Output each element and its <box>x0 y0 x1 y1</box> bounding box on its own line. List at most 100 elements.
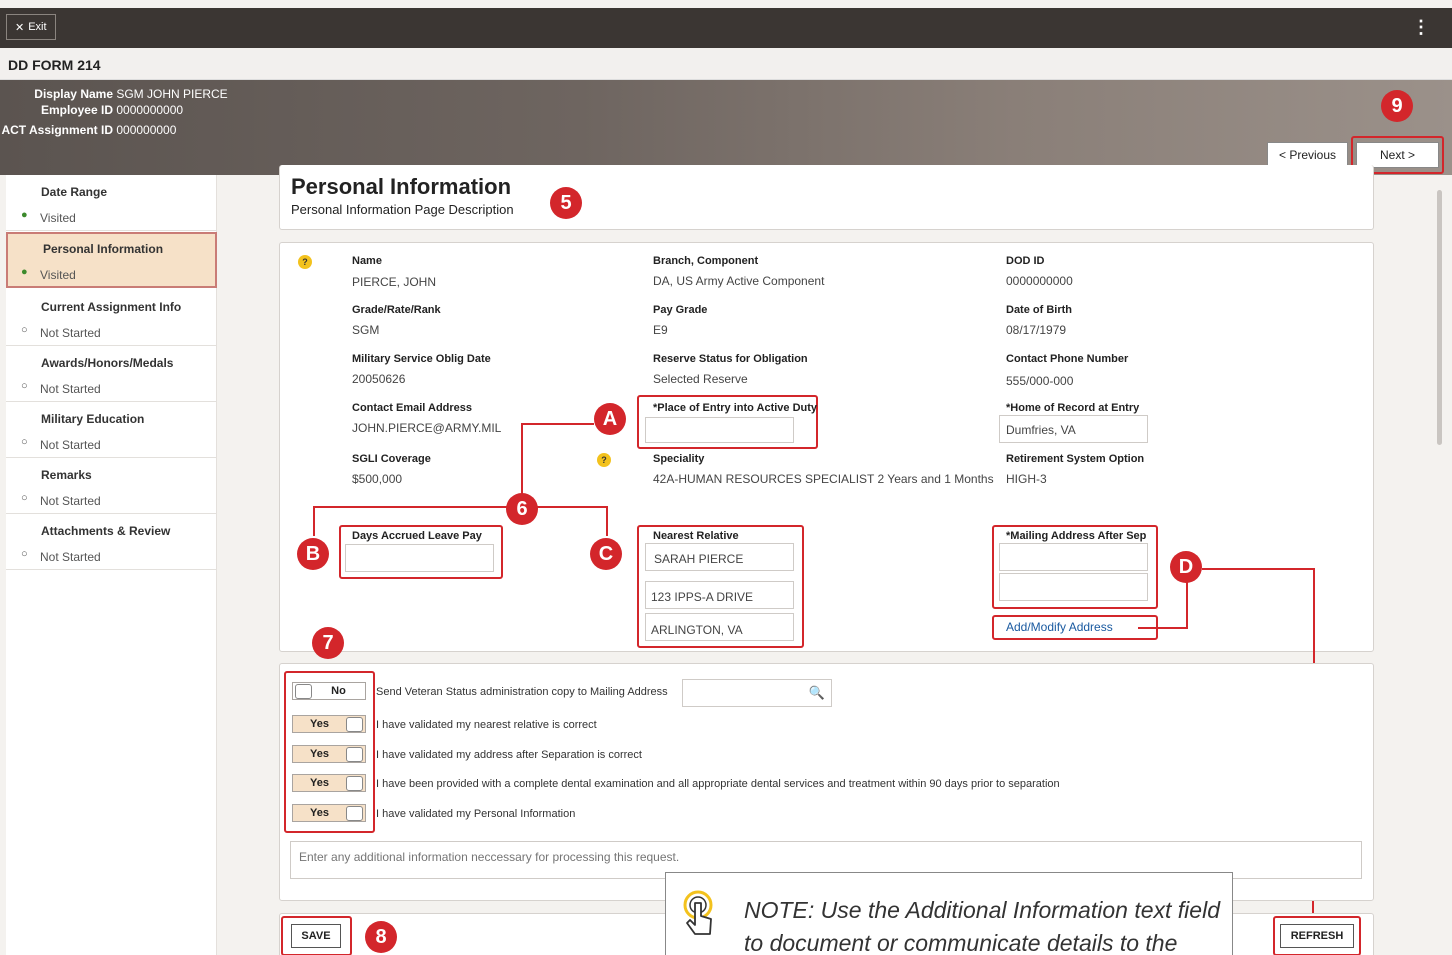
branch-value: DA, US Army Active Component <box>653 274 825 288</box>
sidebar-item-label: Attachments & Review <box>41 524 171 538</box>
home-record-label: *Home of Record at Entry <box>1006 402 1140 414</box>
leave-input[interactable] <box>345 544 494 572</box>
sidebar: Date Range ● Visited Personal Informatio… <box>6 175 217 955</box>
relative-label: Nearest Relative <box>653 530 739 542</box>
paygrade-label: Pay Grade <box>653 304 708 316</box>
address-validated-text: I have validated my address after Separa… <box>376 749 642 761</box>
act-assignment-label: ACT Assignment ID <box>1 123 113 137</box>
scrollbar-thumb[interactable] <box>1437 190 1442 445</box>
employee-id-value: 0000000000 <box>116 103 184 117</box>
refresh-button[interactable]: REFRESH <box>1280 924 1354 948</box>
name-value: PIERCE, JOHN <box>352 275 437 289</box>
tap-hand-icon <box>680 889 716 939</box>
home-record-input[interactable]: Dumfries, VA <box>999 415 1148 443</box>
address-validated-toggle[interactable]: Yes <box>292 745 366 763</box>
grade-label: Grade/Rate/Rank <box>352 304 441 316</box>
retirement-label: Retirement System Option <box>1006 453 1145 465</box>
exit-label: Exit <box>28 21 47 33</box>
toggle-knob <box>346 716 363 732</box>
status-circle-icon: ○ <box>21 436 28 448</box>
connector-line <box>1202 568 1315 570</box>
personal-info-panel: ? Name PIERCE, JOHN Branch, Component DA… <box>279 242 1374 898</box>
sidebar-item-awards[interactable]: Awards/Honors/Medals ○ Not Started <box>6 346 217 402</box>
note-text-line2: to document or communicate details to th… <box>744 930 1178 955</box>
sidebar-item-military-education[interactable]: Military Education ○ Not Started <box>6 402 217 458</box>
home-record-value: Dumfries, VA <box>1006 423 1076 437</box>
relative-city-input[interactable]: ARLINGTON, VA <box>645 613 794 641</box>
callout-d: D <box>1170 551 1202 583</box>
display-name-value: SGM JOHN PIERCE <box>116 87 228 101</box>
connector-line <box>606 506 608 536</box>
connector-line <box>1186 581 1188 629</box>
more-options-icon[interactable]: ⋮ <box>1412 17 1430 38</box>
callout-a: A <box>594 403 626 435</box>
top-bar: ✕ Exit ⋮ <box>0 8 1452 48</box>
paygrade-value: E9 <box>653 323 668 337</box>
callout-7: 7 <box>312 627 344 659</box>
help-icon[interactable]: ? <box>298 255 312 269</box>
page-header: Personal Information Personal Informatio… <box>279 165 1374 230</box>
toggle-knob <box>346 746 363 762</box>
sidebar-item-status: Not Started <box>40 550 101 564</box>
sidebar-item-status: Not Started <box>40 326 101 340</box>
sidebar-item-attachments-review[interactable]: Attachments & Review ○ Not Started <box>6 514 217 570</box>
sidebar-item-label: Awards/Honors/Medals <box>41 356 174 370</box>
entry-input[interactable] <box>645 417 794 443</box>
title-bar: DD FORM 214 <box>0 48 1452 80</box>
relative-name-value: SARAH PIERCE <box>654 552 744 566</box>
sidebar-item-remarks[interactable]: Remarks ○ Not Started <box>6 458 217 514</box>
callout-6: 6 <box>506 493 538 525</box>
search-icon: 🔍 <box>808 685 825 700</box>
phone-label: Contact Phone Number <box>1006 353 1129 365</box>
branch-label: Branch, Component <box>653 255 759 267</box>
mailing-line1-input[interactable] <box>999 543 1148 571</box>
sidebar-item-personal-information[interactable]: Personal Information ● Visited <box>6 232 217 288</box>
help-icon[interactable]: ? <box>597 453 611 467</box>
personal-info-validated-toggle[interactable]: Yes <box>292 804 366 822</box>
dob-value: 08/17/1979 <box>1006 323 1067 337</box>
note-text-line1: NOTE: Use the Additional Information tex… <box>744 897 1220 923</box>
reserve-status-label: Reserve Status for Obligation <box>653 353 808 365</box>
veteran-status-text: Send Veteran Status administration copy … <box>376 686 668 698</box>
sidebar-item-current-assignment[interactable]: Current Assignment Info ○ Not Started <box>6 290 217 346</box>
sidebar-item-status: Not Started <box>40 494 101 508</box>
toggle-value: Yes <box>310 807 329 819</box>
employee-id-row: Employee ID 0000000000 <box>0 103 183 117</box>
add-modify-address-link[interactable]: Add/Modify Address <box>1006 620 1113 634</box>
connector-line <box>1138 627 1188 629</box>
exit-button[interactable]: ✕ Exit <box>6 14 56 40</box>
email-label: Contact Email Address <box>352 402 473 414</box>
relative-city-value: ARLINGTON, VA <box>651 623 743 637</box>
grade-value: SGM <box>352 323 380 337</box>
sgli-value: $500,000 <box>352 472 403 486</box>
sidebar-item-status: Visited <box>40 268 76 282</box>
mailing-line2-input[interactable] <box>999 573 1148 601</box>
relative-name-input[interactable]: SARAH PIERCE <box>645 543 794 571</box>
relative-validated-toggle[interactable]: Yes <box>292 715 366 733</box>
toggle-value: Yes <box>310 718 329 730</box>
oblig-date-value: 20050626 <box>352 372 406 386</box>
toggle-knob <box>346 805 363 821</box>
mailing-search-input[interactable]: 🔍 <box>682 679 832 707</box>
callout-8: 8 <box>365 921 397 953</box>
toggle-knob <box>346 775 363 791</box>
page-description: Personal Information Page Description <box>291 202 514 217</box>
status-dot-icon: ● <box>21 209 28 221</box>
sidebar-item-status: Not Started <box>40 382 101 396</box>
form-title: DD FORM 214 <box>8 57 101 73</box>
display-name-row: Display Name SGM JOHN PIERCE <box>0 87 228 101</box>
dob-label: Date of Birth <box>1006 304 1072 316</box>
dodid-value: 0000000000 <box>1006 274 1073 288</box>
save-button[interactable]: SAVE <box>291 924 341 948</box>
act-assignment-value: 000000000 <box>116 123 177 137</box>
speciality-label: Speciality <box>653 453 705 465</box>
dental-exam-toggle[interactable]: Yes <box>292 774 366 792</box>
toggle-knob <box>295 683 312 699</box>
dental-exam-text: I have been provided with a complete den… <box>376 778 1060 790</box>
connector-line <box>313 506 608 508</box>
relative-street-input[interactable]: 123 IPPS-A DRIVE <box>645 581 794 609</box>
acknowledgements-panel: 7 No Send Veteran Status administration … <box>279 627 1374 901</box>
toggle-value: No <box>331 685 346 697</box>
veteran-status-toggle[interactable]: No <box>292 682 366 700</box>
sidebar-item-date-range[interactable]: Date Range ● Visited <box>6 175 217 231</box>
